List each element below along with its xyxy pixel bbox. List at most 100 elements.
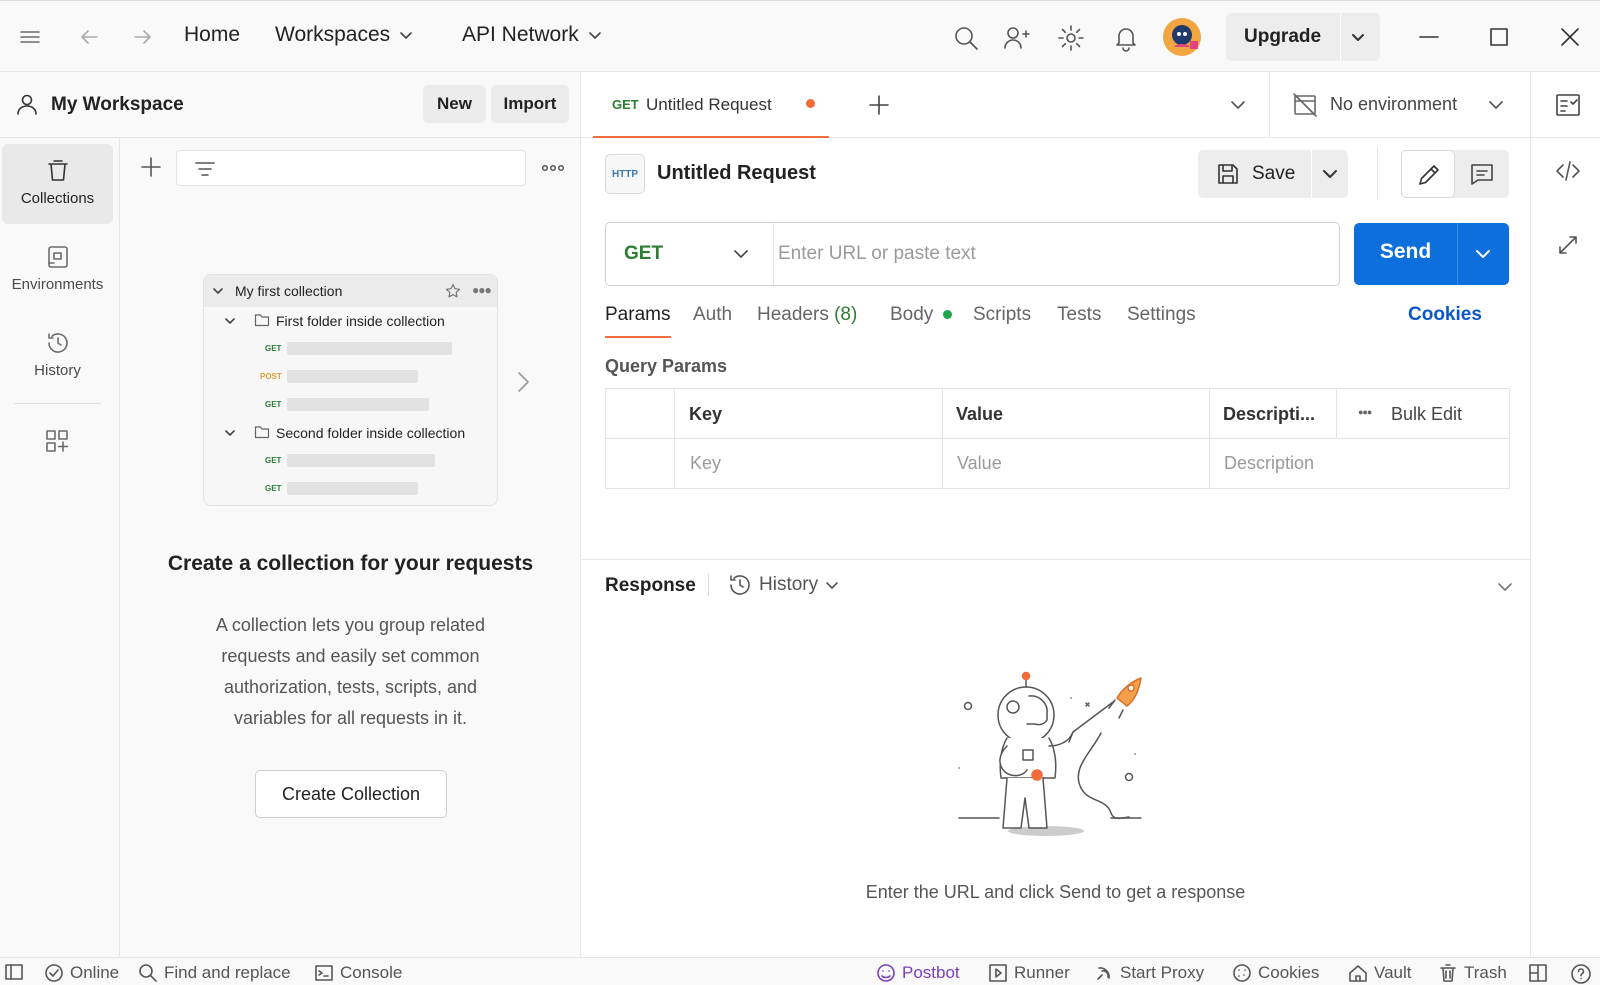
collapse-response-chevron-icon[interactable]	[1496, 578, 1514, 596]
new-tab-plus-icon[interactable]	[867, 93, 891, 117]
unsaved-dot-indicator	[806, 99, 815, 108]
upgrade-dropdown-chevron-icon[interactable]	[1350, 29, 1366, 45]
preview-folder-1: First folder inside collection	[276, 313, 445, 329]
save-button[interactable]: Save	[1198, 150, 1311, 198]
create-collection-button[interactable]: Create Collection	[255, 770, 447, 818]
online-check-icon	[45, 964, 63, 982]
filter-icon[interactable]	[194, 158, 216, 180]
send-button-group: Send	[1354, 223, 1509, 285]
carousel-next-chevron-icon[interactable]	[513, 370, 533, 394]
layout-toggle-icon[interactable]	[1528, 963, 1548, 983]
toggle-sidebar-icon[interactable]	[4, 963, 24, 981]
tab-auth[interactable]: Auth	[693, 304, 732, 326]
cookies-button[interactable]: Cookies	[1232, 963, 1319, 983]
method-selector[interactable]: GET	[606, 223, 774, 285]
save-button-group: Save	[1198, 150, 1348, 198]
preview-request-placeholder	[287, 342, 452, 355]
preview-method-label: POST	[260, 372, 282, 381]
maximize-window-icon[interactable]	[1487, 25, 1511, 49]
sidebar-item-history[interactable]: History	[2, 316, 113, 396]
param-value-input[interactable]: Value	[957, 453, 1002, 474]
find-and-replace-button[interactable]: Find and replace	[138, 963, 291, 983]
cookies-link[interactable]: Cookies	[1408, 304, 1482, 326]
query-params-table: Key Value Descripti... ●●● Bulk Edit Key…	[605, 388, 1510, 489]
help-question-icon[interactable]	[1570, 963, 1592, 985]
add-collection-plus-icon[interactable]	[139, 155, 163, 179]
tab-scripts[interactable]: Scripts	[973, 304, 1031, 326]
collections-trash-can-icon	[47, 160, 68, 181]
comments-icon[interactable]	[1469, 162, 1495, 186]
empty-response-message: Enter the URL and click Send to get a re…	[865, 882, 1246, 902]
save-dropdown-chevron-icon[interactable]	[1321, 165, 1339, 183]
vault-button[interactable]: Vault	[1348, 963, 1412, 983]
param-description-input[interactable]: Description	[1224, 453, 1314, 474]
edit-mode-button[interactable]	[1401, 150, 1455, 198]
tab-settings[interactable]: Settings	[1127, 304, 1196, 326]
save-floppy-icon	[1218, 164, 1238, 184]
request-title[interactable]: Untitled Request	[657, 162, 816, 185]
nav-workspaces[interactable]: Workspaces	[275, 23, 414, 47]
column-options-icon[interactable]: ●●●	[1358, 407, 1372, 417]
workspace-name[interactable]: My Workspace	[51, 94, 184, 116]
notifications-bell-icon[interactable]	[1112, 24, 1140, 52]
upgrade-button[interactable]: Upgrade	[1244, 26, 1321, 48]
postbot-button[interactable]: Postbot	[876, 963, 960, 983]
collection-search-input[interactable]	[176, 150, 526, 186]
tab-body[interactable]: Body	[890, 304, 952, 326]
search-icon[interactable]	[952, 24, 980, 52]
send-button[interactable]: Send	[1354, 240, 1457, 264]
empty-collections-title: Create a collection for your requests	[167, 552, 534, 575]
preview-request-placeholder	[287, 482, 418, 495]
environment-quick-look-icon[interactable]	[1554, 91, 1582, 119]
settings-gear-icon[interactable]	[1057, 24, 1085, 52]
send-dropdown-chevron-icon[interactable]	[1474, 245, 1492, 263]
related-collections-icon[interactable]	[1555, 232, 1581, 258]
minimize-window-icon[interactable]	[1417, 25, 1441, 49]
preview-request-placeholder	[287, 370, 418, 383]
chevron-down-icon	[1487, 96, 1505, 114]
nav-api-network[interactable]: API Network	[462, 23, 603, 47]
folder-icon	[254, 424, 270, 440]
bulk-edit-button[interactable]: Bulk Edit	[1391, 404, 1462, 425]
menu-icon[interactable]	[18, 25, 42, 49]
tabs-overflow-chevron-icon[interactable]	[1229, 96, 1247, 114]
response-history-dropdown[interactable]: History	[727, 572, 840, 598]
param-key-input[interactable]: Key	[690, 453, 721, 474]
invite-user-icon[interactable]	[1002, 24, 1030, 52]
right-sidebar-rail	[1530, 138, 1600, 957]
environment-selector[interactable]: No environment	[1269, 72, 1531, 138]
tab-tests[interactable]: Tests	[1057, 304, 1101, 326]
tab-params[interactable]: Params	[605, 304, 670, 326]
chevron-down-icon	[400, 32, 412, 39]
workspace-header: My Workspace New Import	[0, 72, 581, 138]
url-bar: GET	[605, 222, 1340, 286]
user-avatar[interactable]	[1162, 17, 1202, 57]
chevron-down-icon	[732, 245, 750, 263]
forward-arrow-icon[interactable]	[131, 25, 155, 49]
runner-button[interactable]: Runner	[988, 963, 1070, 983]
preview-collection-name: My first collection	[235, 283, 343, 299]
no-environment-icon	[1292, 92, 1318, 118]
status-online[interactable]: Online	[44, 963, 119, 983]
code-snippet-icon[interactable]	[1555, 158, 1581, 184]
close-window-icon[interactable]	[1558, 25, 1582, 49]
new-button[interactable]: New	[423, 85, 486, 123]
environments-icon	[47, 246, 68, 268]
preview-request-placeholder	[287, 398, 429, 411]
sidebar-item-collections[interactable]: Collections	[2, 144, 113, 224]
trash-button[interactable]: Trash	[1438, 963, 1507, 983]
nav-home[interactable]: Home	[184, 23, 240, 47]
import-button[interactable]: Import	[491, 85, 569, 123]
tab-headers[interactable]: Headers (8)	[757, 304, 857, 326]
column-header-key: Key	[689, 404, 723, 424]
more-options-icon[interactable]	[541, 156, 565, 180]
back-arrow-icon[interactable]	[77, 25, 101, 49]
start-proxy-button[interactable]: Start Proxy	[1094, 963, 1204, 983]
tab-untitled-request[interactable]: GET Untitled Request	[593, 72, 829, 138]
add-apps-grid-icon[interactable]	[44, 428, 70, 454]
sidebar-item-environments[interactable]: Environments	[2, 230, 113, 310]
column-header-value: Value	[956, 404, 1004, 424]
url-input[interactable]	[778, 224, 1333, 284]
console-button[interactable]: Console	[314, 963, 402, 983]
preview-method-label: GET	[265, 484, 282, 493]
